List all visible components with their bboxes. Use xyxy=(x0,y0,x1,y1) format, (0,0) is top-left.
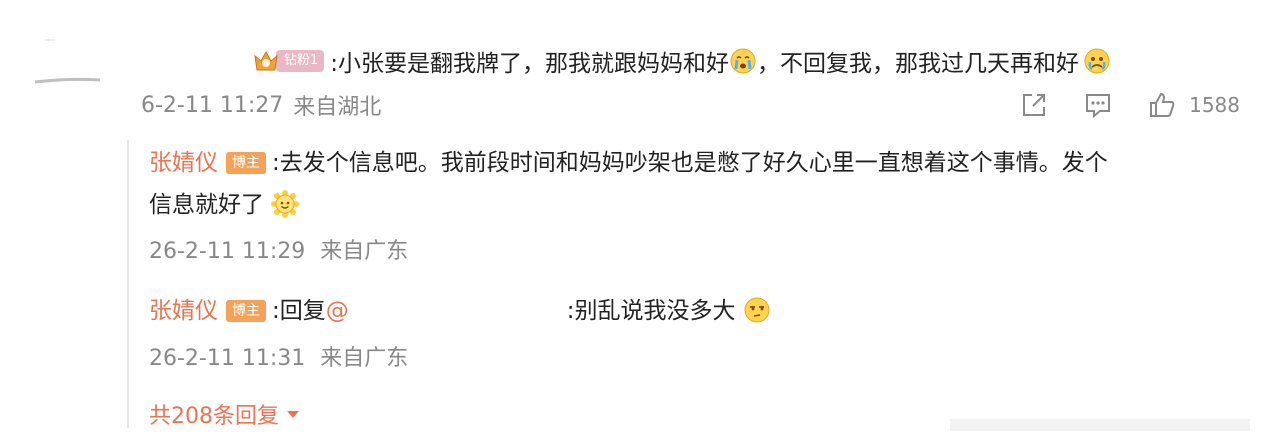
thumbs-up-icon xyxy=(1150,92,1175,117)
comment-meta: 6-2-11 11:27 来自湖北 xyxy=(141,89,381,121)
comment-actions: 1588 xyxy=(1019,88,1240,122)
comment-text-part2: ，不回复我，那我过几天再和好 xyxy=(757,51,1080,77)
reply-meta: 26-2-11 11:31 来自广东 xyxy=(149,340,408,372)
thinking-emoji xyxy=(744,297,770,323)
like-button[interactable]: 1588 xyxy=(1147,90,1240,120)
mention-link[interactable]: @ xyxy=(326,298,349,324)
share-icon[interactable] xyxy=(1019,90,1049,120)
host-badge: 博主 xyxy=(226,300,266,322)
avatar-fragment[interactable] xyxy=(0,20,110,100)
reply-time: 26-2-11 11:29 xyxy=(149,239,306,264)
more-replies-link[interactable]: 共208条回复 xyxy=(149,398,301,430)
reply-time: 26-2-11 11:31 xyxy=(149,346,306,371)
comment-text-part1: :小张要是翻我牌了，那我就跟妈妈和好 xyxy=(330,51,730,77)
reply-meta: 26-2-11 11:29 来自广东 xyxy=(149,233,408,265)
comment-location: 来自湖北 xyxy=(293,95,382,120)
diamond-fan-icon xyxy=(254,50,278,71)
comment-text-line: 钻粉1 :小张要是翻我牌了，那我就跟妈妈和好 ，不回复我，那我过几天再和好 xyxy=(252,44,1111,78)
reply-location: 来自广东 xyxy=(320,239,409,264)
reply-item: 张婧仪 博主 :回复@ :别乱说我没多大 xyxy=(149,290,1239,332)
reply-text-line2: 信息就好了 xyxy=(149,192,264,218)
sun-smile-emoji xyxy=(271,190,300,218)
like-count: 1588 xyxy=(1189,93,1240,117)
reply-author[interactable]: 张婧仪 xyxy=(149,298,218,324)
more-replies-label: 共208条回复 xyxy=(149,404,279,429)
comment-time: 6-2-11 11:27 xyxy=(141,92,284,118)
reply-thread: 张婧仪 博主:去发个信息吧。我前段时间和妈妈吵架也是憋了好久心里一直想着这个事情。… xyxy=(127,140,1249,430)
reply-text: :去发个信息吧。我前段时间和妈妈吵架也是憋了好久心里一直想着这个事情。发个 xyxy=(272,150,1108,176)
reply-item: 张婧仪 博主 :去发个信息吧。我前段时间和妈妈吵架也是憋了好久心里一直想着这个事情。… xyxy=(149,142,1239,226)
reply-author[interactable]: 张婧仪 xyxy=(149,150,218,176)
fan-badge[interactable]: 钻粉1 xyxy=(252,49,325,73)
reply-location: 来自广东 xyxy=(320,346,409,371)
fan-badge-label: 钻粉1 xyxy=(276,50,325,72)
comment-icon[interactable] xyxy=(1083,90,1113,120)
reply-prefix: :回复 xyxy=(272,298,326,324)
caret-down-icon xyxy=(287,411,299,418)
crying-emoji xyxy=(730,48,756,74)
tearful-emoji xyxy=(1084,48,1110,74)
watermark xyxy=(950,419,1250,431)
host-badge: 博主 xyxy=(226,152,266,174)
reply-text: :别乱说我没多大 xyxy=(566,298,736,324)
